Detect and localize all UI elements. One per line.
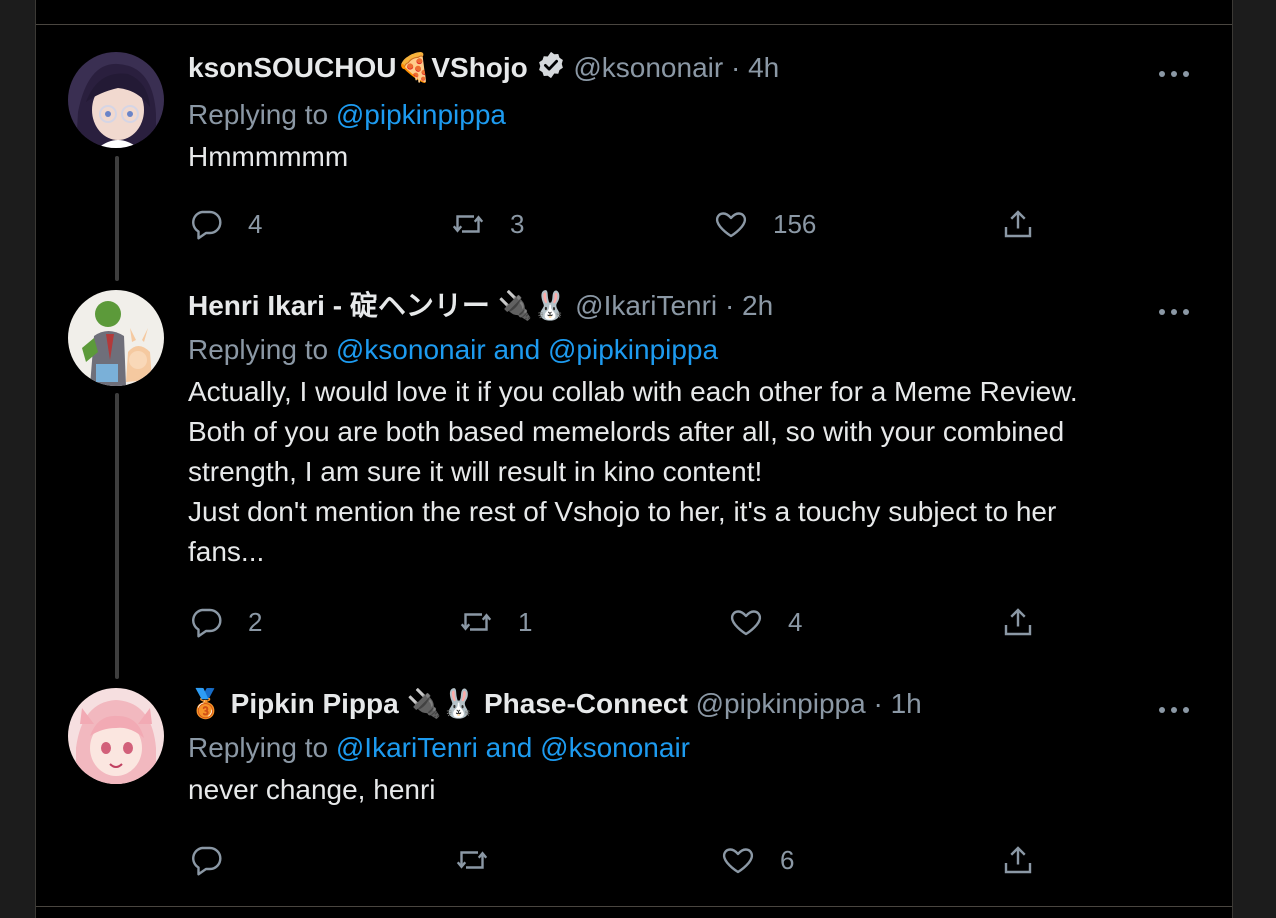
reply-button[interactable] bbox=[188, 840, 248, 880]
tweet-actions: 6 bbox=[188, 840, 1068, 880]
retweet-button[interactable] bbox=[454, 840, 514, 880]
replying-to: Replying to @pipkinpippa bbox=[188, 97, 1172, 133]
tweet-actions: 4 3 156 bbox=[188, 204, 1068, 244]
replying-to: Replying to @ksononair and @pipkinpippa bbox=[188, 332, 1172, 368]
avatar[interactable] bbox=[68, 52, 164, 148]
emoji-badges: 🔌🐰 bbox=[497, 290, 568, 321]
separator-dot: · bbox=[730, 52, 741, 83]
like-count: 6 bbox=[780, 844, 795, 875]
right-gutter bbox=[1233, 0, 1276, 918]
separator-dot: · bbox=[724, 290, 735, 321]
replying-to-label: Replying to bbox=[188, 334, 336, 365]
tweet-text: Hmmmmmm bbox=[188, 141, 349, 172]
more-icon[interactable] bbox=[1154, 64, 1194, 84]
verified-icon bbox=[536, 50, 566, 89]
reply-mentions[interactable]: @pipkinpippa bbox=[336, 99, 506, 130]
separator-dot: · bbox=[873, 688, 883, 719]
reply-count: 4 bbox=[248, 208, 263, 239]
display-name-suffix[interactable]: VShojo bbox=[431, 52, 527, 83]
timestamp[interactable]: 2h bbox=[742, 290, 773, 321]
tweet-actions: 2 1 4 bbox=[188, 602, 1068, 642]
pizza-emoji: 🍕 bbox=[396, 52, 432, 83]
like-count: 4 bbox=[788, 606, 803, 637]
avatar[interactable] bbox=[68, 688, 164, 784]
timestamp[interactable]: 4h bbox=[748, 52, 779, 83]
more-icon[interactable] bbox=[1154, 302, 1194, 322]
reply-button[interactable]: 2 bbox=[188, 602, 262, 642]
like-icon bbox=[722, 848, 754, 874]
reply-icon bbox=[192, 210, 222, 240]
display-name[interactable]: Pipkin Pippa bbox=[231, 688, 399, 719]
reply-icon bbox=[192, 846, 222, 876]
like-icon bbox=[730, 610, 762, 636]
like-button[interactable]: 156 bbox=[713, 204, 816, 244]
medal-emoji: 🥉 bbox=[188, 688, 223, 719]
reply-mentions[interactable]: @IkariTenri and @ksononair bbox=[336, 732, 690, 763]
handle[interactable]: @pipkinpippa bbox=[696, 688, 866, 719]
replying-to-label: Replying to bbox=[188, 732, 336, 763]
display-name[interactable]: Henri Ikari - 碇ヘンリー bbox=[188, 290, 490, 321]
reply-count: 2 bbox=[248, 606, 263, 637]
tweet-text: Actually, I would love it if you collab … bbox=[188, 376, 1078, 567]
emoji-badges: 🔌🐰 bbox=[406, 688, 477, 719]
reply-icon bbox=[192, 608, 222, 638]
share-icon bbox=[1004, 846, 1032, 874]
like-count: 156 bbox=[773, 208, 817, 239]
share-button[interactable] bbox=[1000, 204, 1036, 244]
tweet[interactable]: Henri Ikari - 碇ヘンリー 🔌🐰 @IkariTenri · 2h … bbox=[36, 288, 1232, 678]
reply-button[interactable]: 4 bbox=[188, 204, 262, 244]
top-divider bbox=[36, 24, 1232, 25]
display-name-suffix[interactable]: Phase-Connect bbox=[484, 688, 688, 719]
share-icon bbox=[1004, 210, 1032, 238]
retweet-button[interactable]: 1 bbox=[458, 602, 532, 642]
like-icon bbox=[715, 212, 747, 238]
tweet-text: never change, henri bbox=[188, 774, 436, 805]
retweet-button[interactable]: 3 bbox=[450, 204, 524, 244]
replying-to-label: Replying to bbox=[188, 99, 336, 130]
handle[interactable]: @ksononair bbox=[573, 52, 723, 83]
tweet[interactable]: ksonSOUCHOU🍕VShojo @ksononair · 4h Reply… bbox=[36, 50, 1232, 280]
share-button[interactable] bbox=[1000, 602, 1036, 642]
retweet-icon bbox=[460, 613, 492, 631]
share-button[interactable] bbox=[1000, 840, 1036, 880]
retweet-count: 1 bbox=[518, 606, 533, 637]
like-button[interactable]: 4 bbox=[728, 602, 802, 642]
replying-to: Replying to @IkariTenri and @ksononair bbox=[188, 730, 1172, 766]
bottom-divider bbox=[36, 906, 1232, 907]
handle[interactable]: @IkariTenri bbox=[575, 290, 717, 321]
retweet-icon bbox=[456, 851, 488, 869]
like-button[interactable]: 6 bbox=[720, 840, 794, 880]
share-icon bbox=[1004, 608, 1032, 636]
left-gutter bbox=[0, 0, 35, 918]
retweet-count: 3 bbox=[510, 208, 525, 239]
avatar[interactable] bbox=[68, 290, 164, 386]
display-name[interactable]: ksonSOUCHOU bbox=[188, 52, 396, 83]
more-icon[interactable] bbox=[1154, 700, 1194, 720]
tweet[interactable]: 🥉 Pipkin Pippa 🔌🐰 Phase-Connect @pipkinp… bbox=[36, 686, 1232, 896]
timestamp[interactable]: 1h bbox=[891, 688, 922, 719]
retweet-icon bbox=[452, 215, 484, 233]
reply-mentions[interactable]: @ksononair and @pipkinpippa bbox=[336, 334, 718, 365]
